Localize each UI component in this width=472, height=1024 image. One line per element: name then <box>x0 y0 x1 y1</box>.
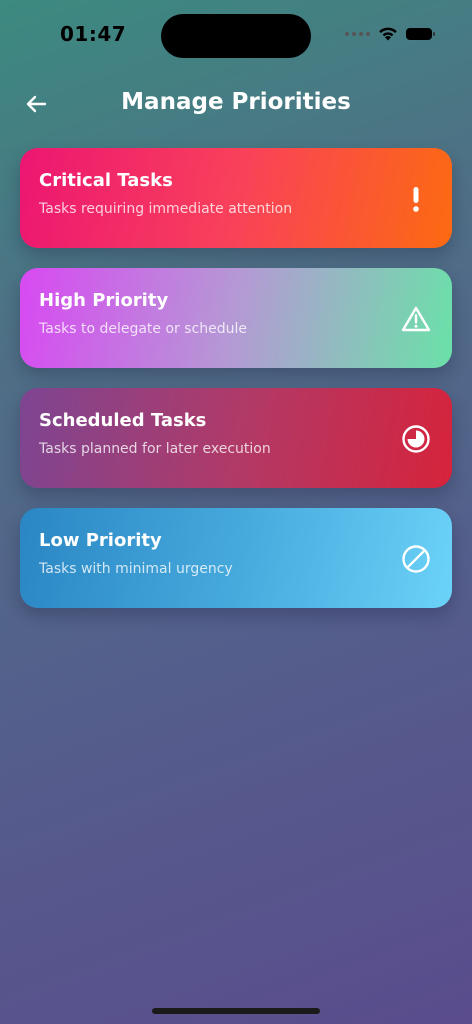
block-icon <box>400 543 432 575</box>
status-time: 01:47 <box>60 22 127 46</box>
card-title: High Priority <box>39 290 169 311</box>
card-title: Scheduled Tasks <box>39 410 207 431</box>
home-indicator[interactable] <box>152 1008 320 1014</box>
card-scheduled-tasks[interactable]: Scheduled Tasks Tasks planned for later … <box>20 388 452 488</box>
page-title: Manage Priorities <box>121 89 351 115</box>
card-subtitle: Tasks planned for later execution <box>39 441 271 457</box>
priority-card-list: Critical Tasks Tasks requiring immediate… <box>20 148 452 628</box>
card-subtitle: Tasks to delegate or schedule <box>39 321 247 337</box>
card-title: Critical Tasks <box>39 170 173 191</box>
wifi-icon <box>379 27 397 41</box>
screen: 01:47 Manage Priorities Critical Tasks T… <box>0 0 472 1024</box>
card-title: Low Priority <box>39 530 162 551</box>
card-critical-tasks[interactable]: Critical Tasks Tasks requiring immediate… <box>20 148 452 248</box>
status-icons <box>345 26 435 41</box>
dynamic-island <box>161 14 311 58</box>
warning-triangle-icon <box>400 303 432 335</box>
battery-icon <box>406 27 435 40</box>
card-low-priority[interactable]: Low Priority Tasks with minimal urgency <box>20 508 452 608</box>
exclamation-icon <box>400 183 432 215</box>
cellular-signal-icon <box>345 31 370 36</box>
card-high-priority[interactable]: High Priority Tasks to delegate or sched… <box>20 268 452 368</box>
card-subtitle: Tasks with minimal urgency <box>39 561 233 577</box>
clock-icon <box>400 423 432 455</box>
card-subtitle: Tasks requiring immediate attention <box>39 201 293 217</box>
